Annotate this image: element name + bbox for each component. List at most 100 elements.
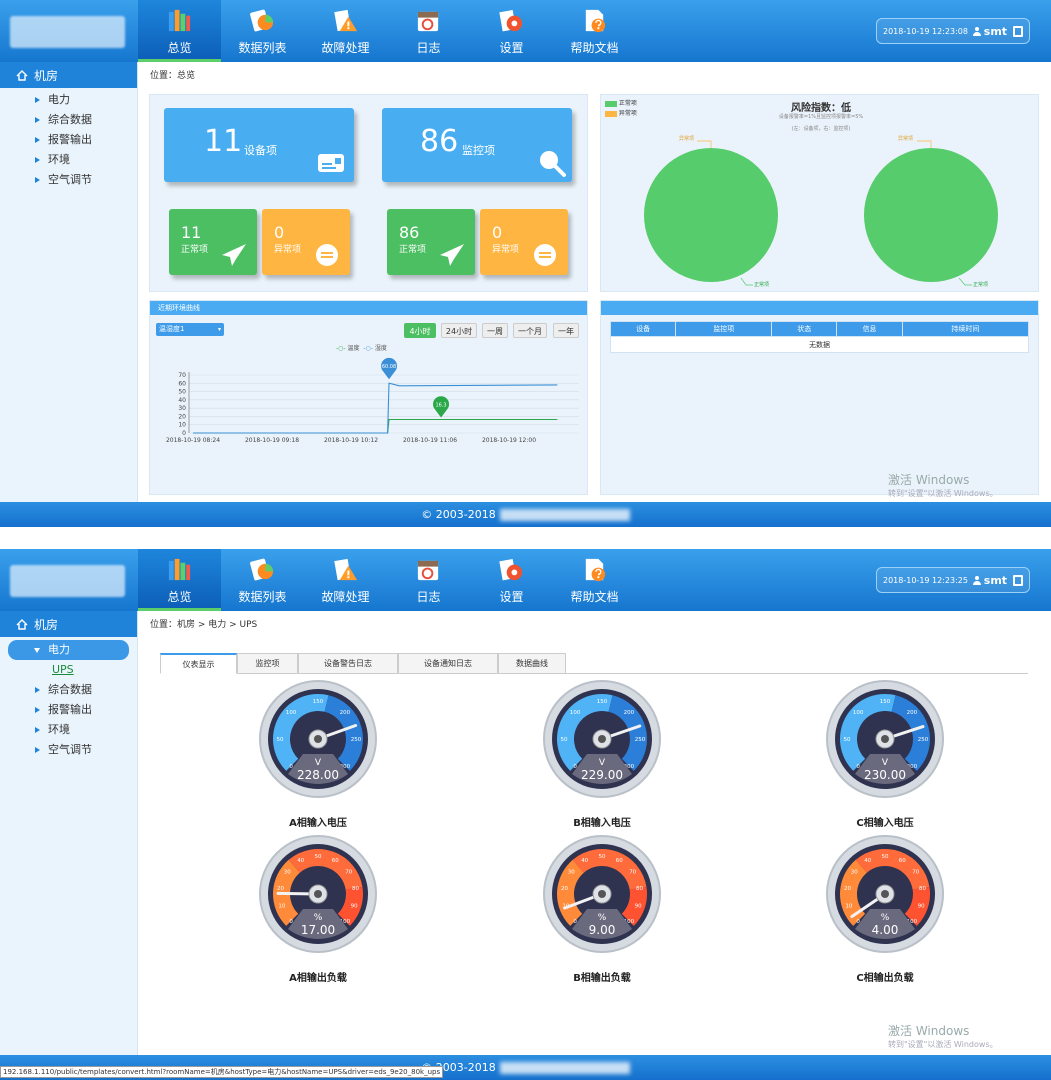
message-icon: [316, 244, 338, 266]
nav-item-label: 帮助文档: [570, 590, 619, 604]
footer-copyright: © 2003-2018: [421, 508, 496, 521]
alarm-col-header[interactable]: 持续时间: [901, 321, 1030, 337]
sidebar-item-2[interactable]: 报警输出: [0, 130, 137, 150]
nav-item-label: 设置: [499, 590, 524, 604]
device-count-label: 设备项: [244, 144, 277, 157]
sidebar-head[interactable]: 机房: [0, 62, 137, 88]
gauge-tick-label: 10: [845, 904, 852, 910]
warning-icon: [334, 558, 358, 581]
range-button-3[interactable]: 一个月: [513, 323, 547, 338]
sensor-select-value: 温湿度1: [159, 325, 185, 333]
monitor-count-card[interactable]: 86 监控项: [382, 108, 572, 182]
device-pie-abnormal-label: 异常项: [679, 136, 695, 142]
sidebar-head[interactable]: 机房: [0, 611, 137, 637]
nav-item-1[interactable]: 数据列表: [221, 0, 304, 62]
nav-item-4[interactable]: 设置: [470, 549, 553, 611]
tab-0[interactable]: 仪表显示: [160, 653, 237, 674]
nav-item-1[interactable]: 数据列表: [221, 549, 304, 611]
device-normal-card[interactable]: 11 正常项: [169, 209, 257, 275]
gauge-unit: %: [881, 913, 890, 923]
gauge-unit: %: [314, 913, 323, 923]
logout-icon[interactable]: [1013, 574, 1023, 586]
gauge-value: 17.00: [301, 923, 335, 937]
monitor-abnormal-card[interactable]: 0 异常项: [480, 209, 568, 275]
range-button-0[interactable]: 4小时: [404, 323, 436, 338]
help-doc-icon: [585, 9, 606, 33]
x-tick-label: 2018-10-19 11:06: [403, 437, 457, 444]
device-count-card[interactable]: 11 设备项: [164, 108, 354, 182]
sidebar-item-3[interactable]: 空气调节: [0, 740, 137, 760]
sidebar-item-1[interactable]: 报警输出: [0, 700, 137, 720]
monitor-pie-normal-slice[interactable]: [864, 148, 998, 282]
y-tick-label: 10: [178, 422, 186, 429]
nav-item-3[interactable]: 日志: [387, 0, 470, 62]
sidebar-item-label: 空气调节: [48, 743, 92, 756]
monitor-abnormal-label: 异常项: [492, 245, 520, 255]
sidebar-item-power[interactable]: 电力: [8, 640, 129, 660]
gauge-tick-label: 200: [340, 710, 351, 716]
nav-item-5[interactable]: 帮助文档: [553, 549, 636, 611]
logout-icon[interactable]: [1013, 25, 1023, 37]
device-normal-leader: [740, 277, 753, 286]
monitor-normal-card[interactable]: 86 正常项: [387, 209, 475, 275]
gauge-title: B相输出负载: [573, 973, 631, 984]
gauge-unit: V: [315, 758, 322, 768]
range-button-1[interactable]: 24小时: [441, 323, 477, 338]
gauge-tick-label: 50: [277, 737, 284, 743]
sidebar-item-4[interactable]: 空气调节: [0, 170, 137, 190]
tab-4[interactable]: 数据曲线: [498, 653, 566, 674]
device-pie-normal-label: 正常项: [754, 282, 770, 288]
sidebar-item-0[interactable]: 综合数据: [0, 680, 137, 700]
collapsed-caret-icon: [35, 177, 40, 183]
gauge-tick-label: 70: [629, 870, 636, 876]
gauge-tick-label: 70: [345, 870, 352, 876]
tab-1[interactable]: 监控项: [237, 653, 298, 674]
nav-item-5[interactable]: 帮助文档: [553, 0, 636, 62]
nav-item-2[interactable]: 故障处理: [304, 549, 387, 611]
alarm-col-header[interactable]: 监控项: [675, 321, 773, 337]
nav-item-0[interactable]: 总览: [138, 0, 221, 62]
gauge-3: 0102030405060708090100%17.00: [259, 835, 377, 953]
sidebar-subitem-ups[interactable]: UPS: [0, 660, 137, 680]
select-caret-icon: ▾: [217, 326, 221, 333]
gauge-tick-label: 30: [284, 870, 291, 876]
magnifier-icon: [540, 151, 566, 177]
x-tick-label: 2018-10-19 09:18: [245, 437, 299, 444]
device-pie-normal-slice[interactable]: [644, 148, 778, 282]
windows-watermark: 激活 Windows 转到"设置"以激活 Windows。: [888, 474, 998, 500]
sidebar-item-2[interactable]: 环境: [0, 720, 137, 740]
sidebar-item-label: 电力: [48, 93, 70, 106]
collapsed-caret-icon: [35, 117, 40, 123]
username[interactable]: smt: [984, 25, 1007, 38]
tab-3[interactable]: 设备通知日志: [398, 653, 498, 674]
x-tick-label: 2018-10-19 12:00: [482, 437, 536, 444]
gauge-tick-label: 20: [844, 886, 851, 892]
sensor-select[interactable]: 温湿度1 ▾: [156, 323, 224, 336]
tab-2[interactable]: 设备警告日志: [298, 653, 398, 674]
username[interactable]: smt: [984, 574, 1007, 587]
monitor-normal-label: 正常项: [399, 245, 427, 255]
range-button-4[interactable]: 一年: [553, 323, 579, 338]
alarm-panel-bar: [601, 301, 1038, 315]
sidebar-item-3[interactable]: 环境: [0, 150, 137, 170]
nav-item-3[interactable]: 日志: [387, 549, 470, 611]
nav-item-4[interactable]: 设置: [470, 0, 553, 62]
alarm-col-header[interactable]: 设备: [609, 321, 677, 337]
alarm-col-header[interactable]: 状态: [771, 321, 838, 337]
y-tick-label: 20: [178, 413, 186, 420]
range-button-2[interactable]: 一周: [482, 323, 508, 338]
alarm-table: 设备 监控项 状态 信息 持续时间 无数据: [609, 321, 1030, 353]
sidebar-item-label: 综合数据: [48, 683, 92, 696]
gauge-tick-label: 70: [912, 870, 919, 876]
sidebar-item-1[interactable]: 综合数据: [0, 110, 137, 130]
y-tick-label: 70: [178, 372, 186, 379]
datetime: 2018-10-19 12:23:25: [883, 575, 968, 585]
device-abnormal-card[interactable]: 0 异常项: [262, 209, 350, 275]
alarm-col-header[interactable]: 信息: [836, 321, 903, 337]
top-header: 总览 数据列表 故障处理 日志 设置 帮助文档 2018-10-19 12:23:08 s…: [0, 0, 1051, 62]
gauge-tick-label: 250: [918, 737, 929, 743]
sidebar-item-0[interactable]: 电力: [0, 90, 137, 110]
monitor-normal-leader: [958, 277, 972, 286]
nav-item-0[interactable]: 总览: [138, 549, 221, 611]
nav-item-2[interactable]: 故障处理: [304, 0, 387, 62]
